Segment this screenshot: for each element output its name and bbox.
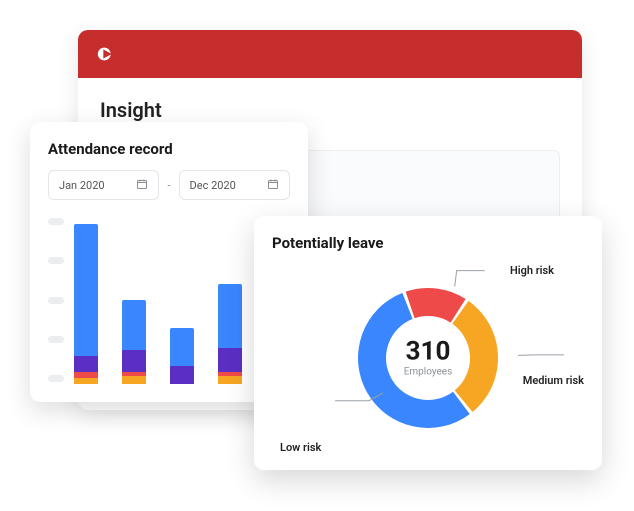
bar-D [218, 284, 242, 384]
donut-center-label: Employees [404, 367, 453, 378]
donut-chart: 310 Employees High risk Medium risk Low … [272, 258, 584, 458]
legend-medium-risk: Medium risk [523, 374, 584, 387]
date-from-picker[interactable]: Jan 2020 [48, 170, 159, 200]
donut-center: 310 Employees [404, 339, 453, 378]
bar-A [74, 224, 98, 384]
legend-high-risk: High risk [510, 264, 554, 277]
donut-center-value: 310 [404, 339, 453, 365]
donut-card: Potentially leave 310 Employees High ris… [254, 216, 602, 470]
date-to-value: Dec 2020 [190, 179, 236, 192]
bar-C [170, 328, 194, 384]
calendar-icon [267, 178, 279, 193]
calendar-icon [136, 178, 148, 193]
bar-B [122, 300, 146, 384]
brand-arrow-icon [96, 43, 118, 65]
date-range-row: Jan 2020 - Dec 2020 [48, 170, 290, 200]
date-to-picker[interactable]: Dec 2020 [179, 170, 290, 200]
legend-low-risk: Low risk [280, 441, 321, 454]
y-axis-skeleton [48, 214, 66, 384]
insight-header [78, 30, 582, 78]
donut-title: Potentially leave [272, 234, 584, 252]
attendance-title: Attendance record [48, 140, 290, 158]
date-separator: - [167, 179, 170, 192]
date-from-value: Jan 2020 [59, 179, 105, 192]
